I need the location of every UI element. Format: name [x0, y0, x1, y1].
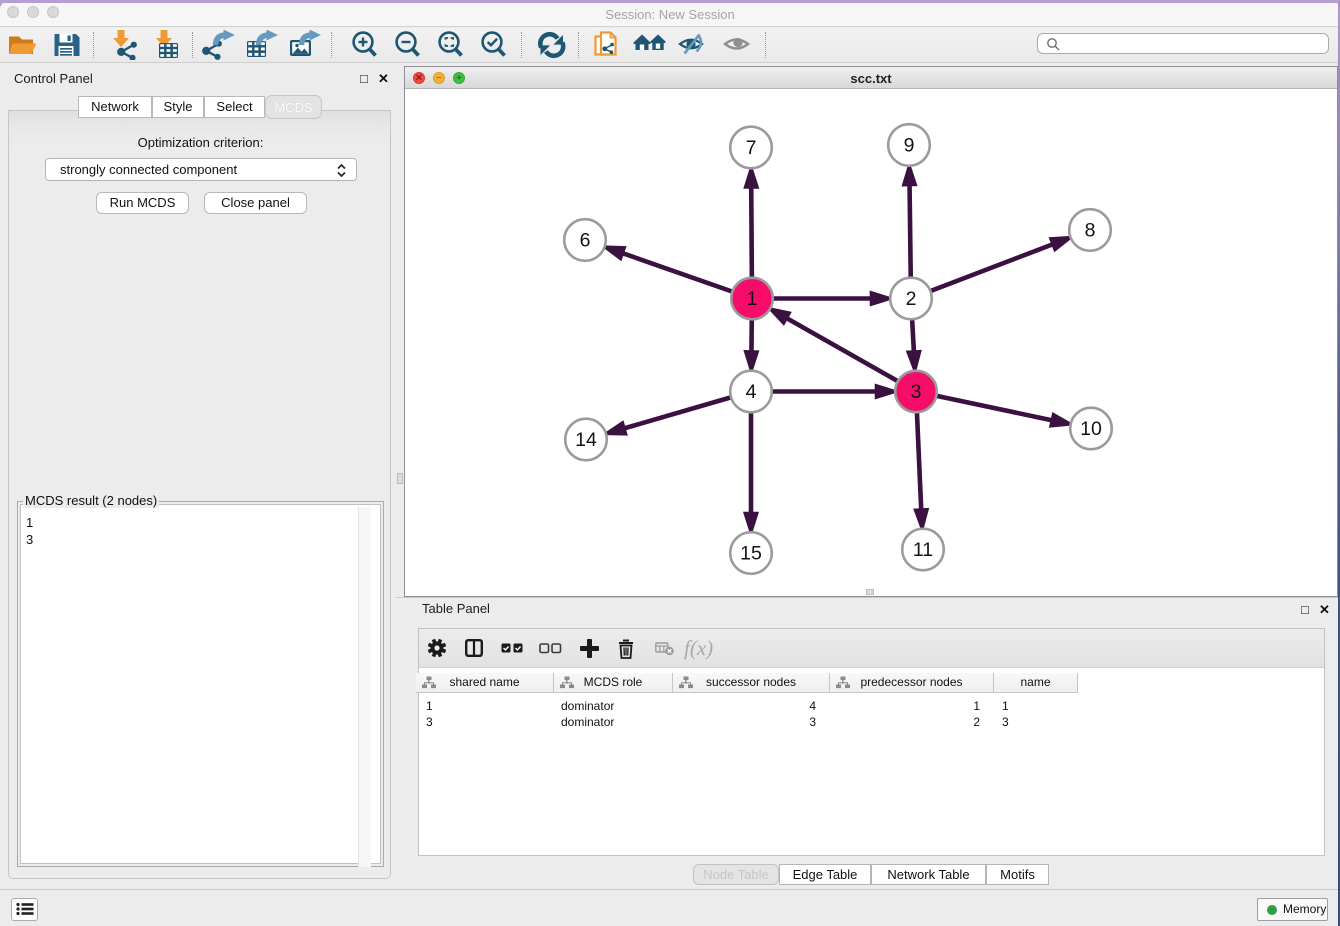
svg-text:11: 11 — [913, 539, 933, 561]
svg-text:15: 15 — [740, 543, 762, 565]
svg-text:7: 7 — [746, 137, 757, 159]
svg-text:9: 9 — [904, 135, 915, 157]
svg-text:8: 8 — [1085, 220, 1096, 242]
svg-text:2: 2 — [906, 288, 917, 310]
svg-text:10: 10 — [1080, 418, 1102, 440]
svg-text:3: 3 — [911, 381, 922, 403]
svg-text:14: 14 — [575, 429, 597, 451]
svg-text:1: 1 — [747, 288, 758, 310]
svg-text:6: 6 — [580, 230, 591, 252]
svg-text:4: 4 — [746, 381, 757, 403]
